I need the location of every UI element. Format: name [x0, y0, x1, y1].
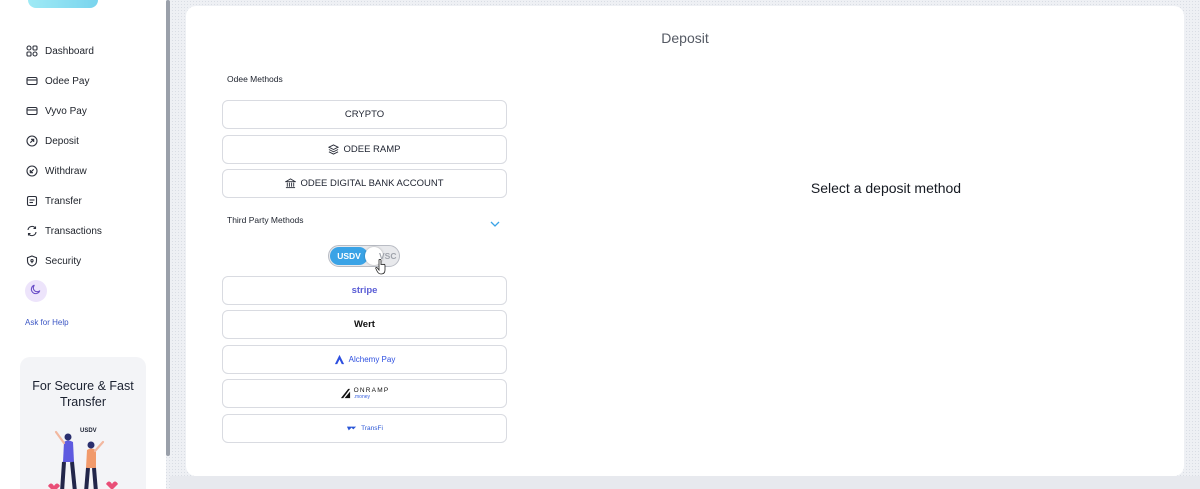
- method-label: CRYPTO: [344, 109, 385, 120]
- shield-icon: [26, 255, 38, 267]
- alchemy-pay-method-button[interactable]: Alchemy Pay: [222, 345, 507, 374]
- select-method-placeholder: Select a deposit method: [810, 180, 962, 196]
- ask-for-help-link[interactable]: Ask for Help: [25, 318, 69, 327]
- crypto-method-button[interactable]: CRYPTO: [222, 100, 507, 129]
- method-label: ODEE RAMP: [343, 144, 401, 155]
- third-party-methods-label: Third Party Methods: [227, 215, 304, 225]
- promo-line-2: Transfer: [59, 395, 107, 409]
- sidebar-item-odee-pay[interactable]: Odee Pay: [26, 66, 102, 96]
- wert-method-button[interactable]: Wert: [222, 310, 507, 339]
- transfi-method-button[interactable]: TransFi: [222, 414, 507, 443]
- page-bottom-edge: [170, 476, 1200, 489]
- transfer-icon: [26, 195, 38, 207]
- logo: [28, 0, 98, 8]
- card-icon: [26, 75, 38, 87]
- sidebar-item-label: Transfer: [45, 195, 82, 207]
- dashboard-icon: [26, 45, 38, 57]
- promo-illustration: USDV: [48, 428, 118, 489]
- promo-line-1: For Secure & Fast: [32, 379, 134, 393]
- stripe-method-button[interactable]: stripe: [222, 276, 507, 305]
- onramp-logo: ONRAMP .money: [340, 387, 390, 401]
- sidebar-item-label: Deposit: [45, 135, 79, 147]
- sidebar-item-transfer[interactable]: Transfer: [26, 186, 102, 216]
- sidebar-item-label: Security: [45, 255, 82, 267]
- sidebar-item-withdraw[interactable]: Withdraw: [26, 156, 102, 186]
- card-icon: [26, 105, 38, 117]
- promo-title: For Secure & Fast Transfer: [20, 378, 146, 410]
- onramp-logo-subtext: .money: [353, 393, 371, 400]
- stripe-logo: stripe: [351, 285, 378, 296]
- deposit-card: Deposit Odee Methods CRYPTO ODEE RAMP OD…: [186, 6, 1184, 476]
- sidebar-item-label: Vyvo Pay: [45, 105, 87, 117]
- sidebar-item-vyvo-pay[interactable]: Vyvo Pay: [26, 96, 102, 126]
- bank-icon: [285, 178, 297, 189]
- moon-icon: [30, 282, 42, 300]
- deposit-icon: [26, 135, 38, 147]
- promo-art-text: USDV: [80, 428, 97, 434]
- pointer-cursor-icon: [375, 259, 386, 275]
- odee-ramp-method-button[interactable]: ODEE RAMP: [222, 135, 507, 164]
- odee-methods-label: Odee Methods: [227, 74, 283, 84]
- transfi-logo-icon: [346, 423, 357, 434]
- sidebar-item-deposit[interactable]: Deposit: [26, 126, 102, 156]
- sidebar-item-label: Odee Pay: [45, 75, 90, 87]
- sidebar-nav: Dashboard Odee Pay Vyvo Pay Deposit With…: [26, 36, 102, 276]
- theme-toggle[interactable]: [25, 280, 47, 302]
- sidebar-scrollbar[interactable]: [166, 0, 170, 456]
- odee-digital-bank-account-button[interactable]: ODEE DIGITAL BANK ACCOUNT: [222, 169, 507, 198]
- currency-option-usdv[interactable]: USDV: [330, 247, 368, 265]
- alchemy-pay-logo: Alchemy Pay: [348, 355, 396, 364]
- sidebar-item-label: Withdraw: [45, 165, 87, 177]
- transactions-icon: [26, 225, 38, 237]
- promo-banner: For Secure & Fast Transfer USDV: [20, 357, 146, 489]
- onramp-logo-text: ONRAMP: [353, 386, 390, 394]
- wert-logo: Wert: [354, 319, 375, 330]
- onramp-method-button[interactable]: ONRAMP .money: [222, 379, 507, 408]
- onramp-logo-icon: [340, 388, 351, 399]
- withdraw-icon: [26, 165, 38, 177]
- transfi-logo: TransFi: [361, 425, 383, 432]
- layers-icon: [328, 144, 340, 155]
- sidebar-item-label: Transactions: [45, 225, 102, 237]
- sidebar: Dashboard Odee Pay Vyvo Pay Deposit With…: [0, 0, 166, 489]
- sidebar-item-transactions[interactable]: Transactions: [26, 216, 102, 246]
- sidebar-item-security[interactable]: Security: [26, 246, 102, 276]
- chevron-down-icon[interactable]: [490, 215, 500, 227]
- currency-toggle[interactable]: USDV VSC: [328, 245, 400, 267]
- sidebar-item-dashboard[interactable]: Dashboard: [26, 36, 102, 66]
- alchemy-logo-icon: [334, 354, 345, 365]
- page-title: Deposit: [661, 30, 709, 46]
- method-label: ODEE DIGITAL BANK ACCOUNT: [300, 178, 444, 189]
- sidebar-item-label: Dashboard: [45, 45, 94, 57]
